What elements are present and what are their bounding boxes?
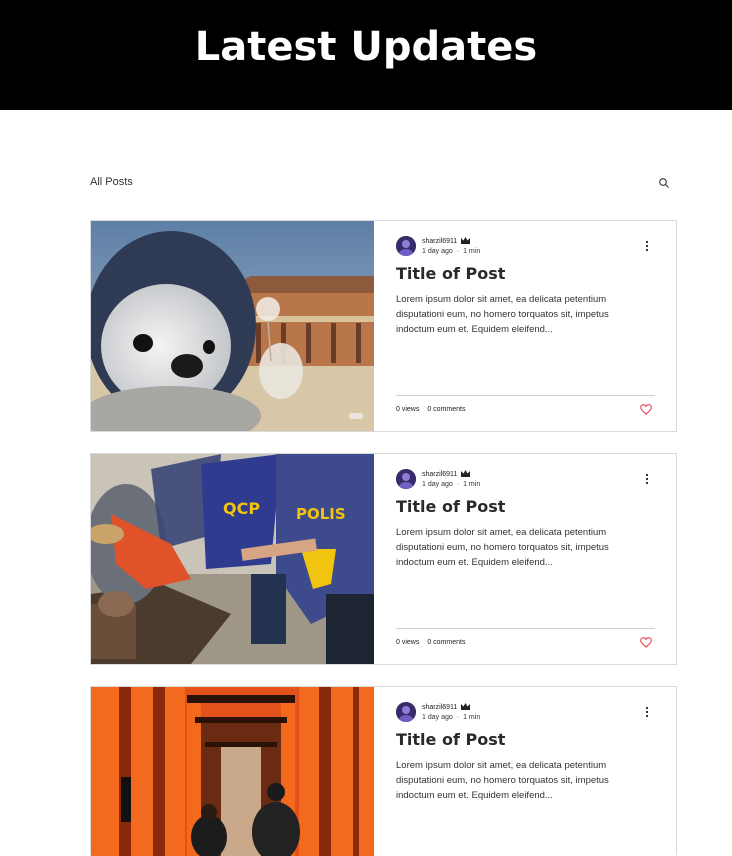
post-stats: 0 views 0 comments (396, 639, 465, 646)
post-body: sharzil6911 1 day ago · 1 min Title of Pos… (374, 687, 676, 856)
all-posts-link[interactable]: All Posts (90, 176, 133, 188)
post-excerpt: Lorem ipsum dolor sit amet, ea delicata … (396, 294, 609, 335)
post-card[interactable]: sharzil6911 1 day ago · 1 min Title of Pos… (90, 686, 677, 856)
comments-count[interactable]: 0 comments (427, 406, 465, 413)
post-title[interactable]: Title of Post (396, 264, 505, 283)
heart-icon[interactable] (640, 637, 652, 648)
post-card[interactable]: QCP POLIS sharzil6911 1 day ago · 1 min Ti… (90, 453, 677, 665)
read-time: 1 min (463, 248, 481, 255)
avatar[interactable] (396, 702, 416, 722)
read-time: 1 min (463, 714, 481, 721)
post-stats: 0 views 0 comments (396, 406, 465, 413)
post-title[interactable]: Title of Post (396, 497, 505, 516)
author-name[interactable]: sharzil6911 (422, 237, 471, 245)
page-title: Latest Updates (194, 24, 538, 70)
post-meta: 1 day ago · 1 min (422, 481, 481, 488)
post-title[interactable]: Title of Post (396, 730, 505, 749)
avatar[interactable] (396, 236, 416, 256)
post-meta: 1 day ago · 1 min (422, 248, 481, 255)
author-label[interactable]: sharzil6911 (422, 471, 457, 478)
views-count: 0 views (396, 639, 420, 646)
more-options-icon[interactable] (644, 473, 650, 485)
post-date: 1 day ago (422, 714, 453, 721)
svg-text:POLIS: POLIS (296, 505, 346, 523)
post-image-riot[interactable]: QCP POLIS (91, 454, 374, 664)
more-options-icon[interactable] (644, 706, 650, 718)
blog-nav: All Posts (90, 170, 676, 194)
post-date: 1 day ago (422, 481, 453, 488)
more-options-icon[interactable] (644, 240, 650, 252)
post-meta: 1 day ago · 1 min (422, 714, 481, 721)
author-name[interactable]: sharzil6911 (422, 703, 471, 711)
post-date: 1 day ago (422, 248, 453, 255)
search-icon[interactable] (658, 177, 670, 189)
svg-text:QCP: QCP (223, 499, 260, 518)
author-label[interactable]: sharzil6911 (422, 238, 457, 245)
post-body: sharzil6911 1 day ago · 1 min Title of Pos… (374, 454, 676, 664)
heart-icon[interactable] (640, 404, 652, 415)
crown-icon (461, 703, 471, 710)
views-count: 0 views (396, 406, 420, 413)
post-image-torii[interactable] (91, 687, 374, 856)
avatar[interactable] (396, 469, 416, 489)
author-name[interactable]: sharzil6911 (422, 470, 471, 478)
crown-icon (461, 237, 471, 244)
crown-icon (461, 470, 471, 477)
divider (396, 395, 655, 396)
comments-count[interactable]: 0 comments (427, 639, 465, 646)
post-card[interactable]: sharzil6911 1 day ago · 1 min Title of Pos… (90, 220, 677, 432)
read-time: 1 min (463, 481, 481, 488)
post-body: sharzil6911 1 day ago · 1 min Title of Pos… (374, 221, 676, 431)
author-label[interactable]: sharzil6911 (422, 704, 457, 711)
site-header: Latest Updates (0, 0, 732, 110)
post-image-penguin[interactable] (91, 221, 374, 431)
post-excerpt: Lorem ipsum dolor sit amet, ea delicata … (396, 527, 609, 568)
divider (396, 628, 655, 629)
post-excerpt: Lorem ipsum dolor sit amet, ea delicata … (396, 760, 609, 801)
